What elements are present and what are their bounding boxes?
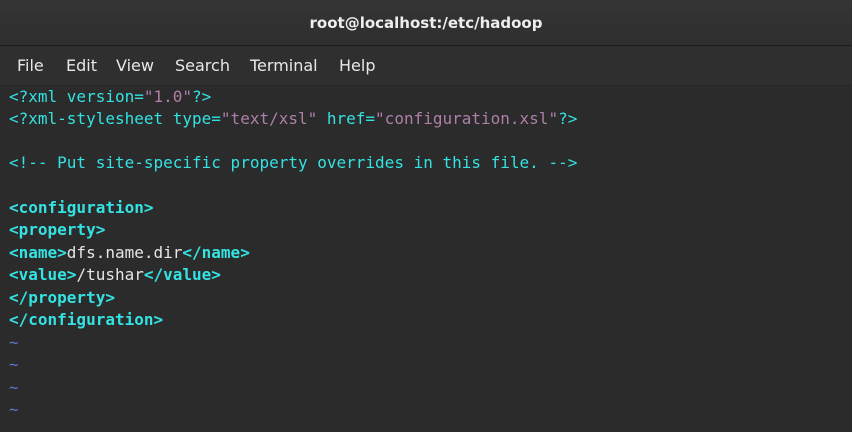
xml-version-value: "1.0" [143, 87, 193, 106]
empty-line-tilde: ~ [9, 378, 19, 397]
property-close-tag: </property> [9, 288, 115, 307]
xml-stylesheet-line: <?xml-stylesheet type="text/xsl" href="c… [9, 108, 577, 130]
empty-line-tilde: ~ [9, 333, 19, 352]
editor-area[interactable]: <?xml version="1.0"?> <?xml-stylesheet t… [0, 86, 852, 432]
empty-line-tilde: ~ [9, 400, 19, 419]
comment-line: <!-- Put site-specific property override… [9, 153, 578, 172]
menu-terminal[interactable]: Terminal [250, 56, 318, 76]
menu-edit[interactable]: Edit [66, 56, 97, 76]
xml-declaration-line: <?xml version="1.0"?> [9, 86, 211, 108]
stylesheet-href-attr: href= [317, 109, 376, 128]
value-value: /tushar [76, 265, 144, 284]
configuration-close-tag: </configuration> [9, 310, 164, 329]
terminal-window: root@localhost:/etc/hadoop File Edit Vie… [0, 0, 852, 432]
empty-line-tilde: ~ [9, 355, 19, 374]
title-bar[interactable]: root@localhost:/etc/hadoop [0, 0, 852, 46]
property-open-tag: <property> [9, 220, 106, 239]
stylesheet-href-value: "configuration.xsl" [375, 109, 559, 128]
name-close-tag: </name> [182, 243, 250, 262]
window-title: root@localhost:/etc/hadoop [309, 14, 543, 32]
value-open-tag: <value> [9, 265, 77, 284]
menu-help[interactable]: Help [339, 56, 375, 76]
configuration-open-tag: <configuration> [9, 198, 154, 217]
menu-file[interactable]: File [17, 56, 44, 76]
value-line: <value>/tushar</value> [9, 264, 221, 286]
xml-declaration-open: <?xml version= [9, 87, 144, 106]
menu-bar: File Edit View Search Terminal Help [0, 46, 852, 86]
stylesheet-type-value: "text/xsl" [220, 109, 318, 128]
value-close-tag: </value> [143, 265, 221, 284]
menu-view[interactable]: View [116, 56, 154, 76]
xml-declaration-close: ?> [192, 87, 212, 106]
name-value: dfs.name.dir [66, 243, 183, 262]
menu-search[interactable]: Search [175, 56, 230, 76]
name-line: <name>dfs.name.dir</name> [9, 242, 250, 264]
stylesheet-open: <?xml-stylesheet type= [9, 109, 221, 128]
name-open-tag: <name> [9, 243, 67, 262]
stylesheet-close: ?> [558, 109, 578, 128]
